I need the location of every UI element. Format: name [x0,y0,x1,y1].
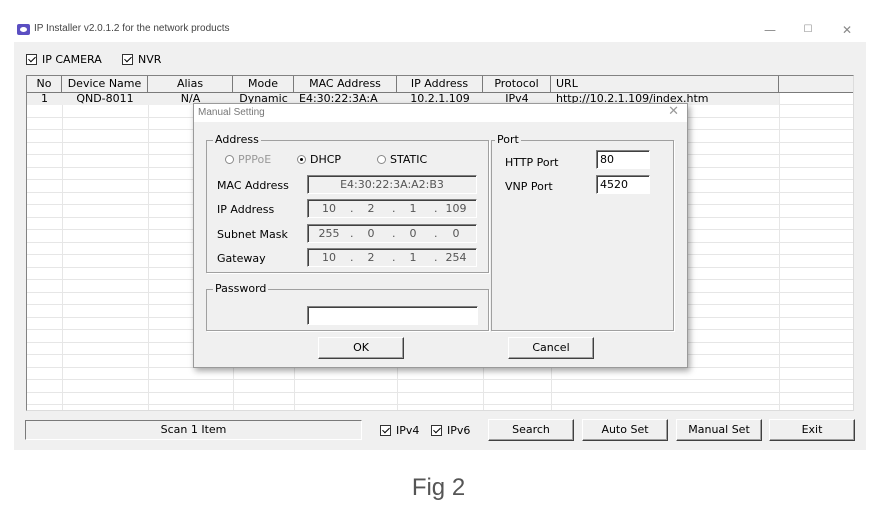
ipv6-checkbox[interactable]: IPv6 [431,424,470,437]
radio-icon [225,155,234,164]
password-group-label: Password [213,282,269,296]
column-header-empty [779,76,853,93]
ip-camera-label: IP CAMERA [42,53,102,66]
subnet-mask-field[interactable]: 255 . 0 . 0 . 0 [307,224,477,243]
ip-octet: 1 [409,202,417,215]
vnp-port-label: VNP Port [505,180,553,193]
subnet-mask-label: Subnet Mask [217,228,288,241]
minimize-icon[interactable]: — [756,21,784,39]
password-input[interactable] [307,306,478,325]
radio-icon [377,155,386,164]
checkbox-check-icon [122,54,133,65]
address-group: Address PPPoE DHCP STATIC MAC Address E4… [206,133,489,273]
ip-dot: . [392,227,396,240]
pppoe-label: PPPoE [238,153,272,166]
table-grid-row [27,368,853,380]
figure-caption: Fig 2 [411,474,466,501]
address-group-label: Address [213,133,261,147]
ipv4-label: IPv4 [396,424,420,437]
close-icon[interactable]: ✕ [833,21,861,39]
ip-dot: . [350,202,354,215]
ip-dot: . [350,227,354,240]
ip-octet: 0 [367,227,375,240]
mac-address-label: MAC Address [217,179,289,192]
port-group: Port HTTP Port 80 VNP Port 4520 [491,133,674,331]
ip-octet: 2 [367,202,375,215]
radio-selected-icon [297,155,306,164]
checkbox-check-icon [380,425,391,436]
ip-camera-checkbox[interactable]: IP CAMERA [26,53,102,66]
static-label: STATIC [390,153,428,166]
password-group: Password [206,282,489,331]
ip-octet: 1 [409,251,417,264]
scan-status: Scan 1 Item [25,420,362,440]
ip-dot: . [434,202,438,215]
exit-button[interactable]: Exit [769,419,855,441]
nvr-checkbox[interactable]: NVR [122,53,161,66]
column-header-url[interactable]: URL [551,76,779,93]
http-port-input[interactable]: 80 [596,150,650,169]
checkbox-check-icon [26,54,37,65]
mac-address-field[interactable]: E4:30:22:3A:A2:B3 [307,175,477,194]
nvr-label: NVR [138,53,162,66]
ip-dot: . [392,202,396,215]
dhcp-label: DHCP [310,153,342,166]
maximize-icon[interactable]: ☐ [794,21,822,39]
gateway-field[interactable]: 10 . 2 . 1 . 254 [307,248,477,267]
manual-set-button[interactable]: Manual Set [676,419,762,441]
table-grid-row [27,381,853,393]
static-radio[interactable]: STATIC [377,153,427,166]
column-header-mode[interactable]: Mode [233,76,294,93]
column-header-protocol[interactable]: Protocol [483,76,551,93]
ip-dot: . [392,251,396,264]
ip-dot: . [434,227,438,240]
gateway-label: Gateway [217,252,266,265]
ip-address-field[interactable]: 10 . 2 . 1 . 109 [307,199,477,218]
ip-octet: 109 [445,202,467,215]
cell-device-name: QND-8011 [76,93,134,105]
cell-no: 1 [41,93,48,105]
title-bar: IP Installer v2.0.1.2 for the network pr… [14,18,866,42]
vnp-port-input[interactable]: 4520 [596,175,650,194]
checkbox-check-icon [431,425,442,436]
ip-octet: 255 [318,227,340,240]
http-port-label: HTTP Port [505,156,559,169]
ip-address-label: IP Address [217,203,275,216]
ip-dot: . [434,251,438,264]
table-header: No Device Name Alias Mode MAC Address IP… [27,76,853,93]
ip-octet: 0 [409,227,417,240]
dhcp-radio[interactable]: DHCP [297,153,341,166]
ok-button[interactable]: OK [318,337,404,359]
port-group-label: Port [495,133,521,147]
ip-octet: 0 [452,227,460,240]
column-header-no[interactable]: No [27,76,62,93]
dialog-close-icon[interactable]: ✕ [668,104,679,120]
column-header-device-name[interactable]: Device Name [62,76,148,93]
column-header-ip-address[interactable]: IP Address [397,76,483,93]
column-header-alias[interactable]: Alias [148,76,233,93]
search-button[interactable]: Search [488,419,574,441]
ip-octet: 254 [445,251,467,264]
manual-setting-dialog: Manual Setting ✕ Address PPPoE DHCP STAT… [193,103,688,368]
table-grid-row [27,393,853,405]
table-grid-row [27,406,853,411]
auto-set-button[interactable]: Auto Set [582,419,668,441]
ipv6-label: IPv6 [447,424,471,437]
app-eye-icon [17,24,30,35]
window-title: IP Installer v2.0.1.2 for the network pr… [34,23,230,34]
ip-octet: 10 [322,202,336,215]
pppoe-radio[interactable]: PPPoE [225,153,271,166]
ipv4-checkbox[interactable]: IPv4 [380,424,419,437]
cancel-button[interactable]: Cancel [508,337,594,359]
ip-dot: . [350,251,354,264]
ip-octet: 2 [367,251,375,264]
cropped-heading: ​ [0,0,894,8]
column-header-mac-address[interactable]: MAC Address [294,76,397,93]
ip-octet: 10 [322,251,336,264]
dialog-title-bar: Manual Setting ✕ [194,104,687,122]
dialog-title: Manual Setting [198,107,265,118]
